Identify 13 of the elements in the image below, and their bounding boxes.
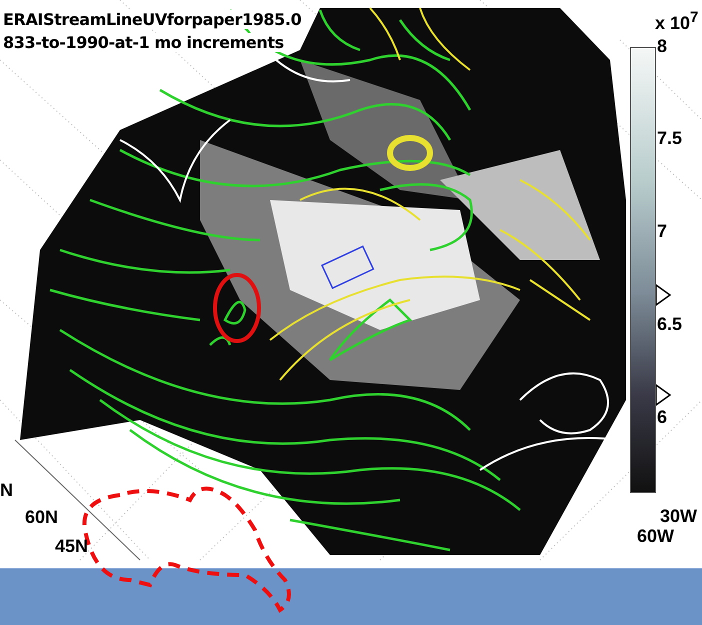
latitude-label: 45N — [55, 536, 88, 556]
figure-title: 833-to-1990-at-1 mo increments — [3, 33, 284, 52]
colorbar-multiplier: x 10$^{7}$ — [655, 8, 698, 33]
colorbar-tick-label: 6 — [657, 407, 668, 427]
colorbar-tick-label: 6.5 — [657, 314, 682, 334]
colorbar-tick-label: 8 — [657, 36, 668, 56]
colorbar-tick-label: 7 — [657, 221, 668, 241]
longitude-label: 60W — [637, 526, 674, 546]
longitude-label: 30W — [660, 506, 698, 526]
latitude-label: 60N — [25, 507, 58, 527]
colorbar-tick-label: 7.5 — [657, 128, 682, 148]
latitude-label: N — [0, 480, 13, 500]
figure-title: ERAIStreamLineUVforpaper1985.0 — [3, 10, 302, 29]
